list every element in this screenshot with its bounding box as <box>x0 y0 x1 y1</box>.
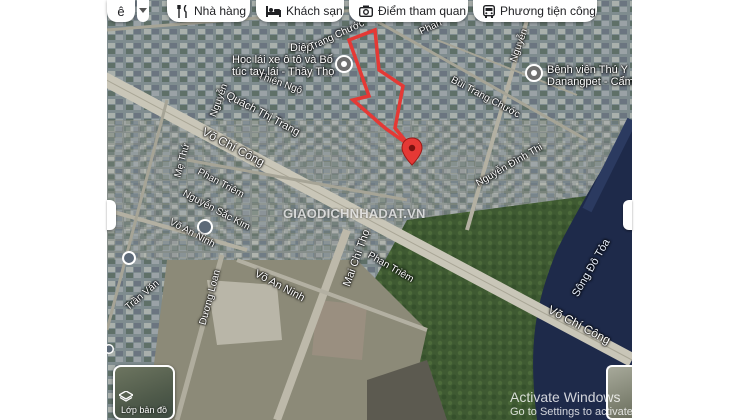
bus-icon <box>483 4 495 18</box>
bed-icon <box>266 5 281 17</box>
activation-notice-title: Activate Windows <box>510 389 621 405</box>
chip-attractions[interactable]: Điểm tham quan <box>349 0 468 22</box>
poi-marker-small-2 <box>122 251 136 265</box>
map-layers-button[interactable]: Lớp bản đồ <box>113 365 175 420</box>
chip-restaurants[interactable]: Nhà hàng <box>167 0 250 22</box>
layers-icon <box>119 391 133 402</box>
chevron-down-icon[interactable] <box>137 0 149 22</box>
left-panel-toggle[interactable] <box>107 200 116 230</box>
back-button[interactable]: ê <box>107 0 135 22</box>
chip-label: Khách sạn <box>286 4 343 18</box>
chip-transit[interactable]: Phương tiện công c <box>473 0 597 22</box>
fork-knife-icon <box>177 4 187 18</box>
chip-hotels[interactable]: Khách sạn <box>256 0 344 22</box>
chip-label: Nhà hàng <box>194 4 247 18</box>
site-watermark: GIAODICHNHADAT.VN <box>283 206 426 221</box>
layers-label: Lớp bản đồ <box>121 405 167 415</box>
back-glyph: ê <box>117 3 125 19</box>
poi-marker-vet <box>525 64 543 82</box>
poi-label-driving-school[interactable]: Học lái xe ô tô và Bổ túc tay lái - Thầy… <box>232 54 334 78</box>
poi-marker-driving-school <box>335 55 353 73</box>
activation-notice-subtitle: Go to Settings to activate Windows. <box>510 406 684 418</box>
chip-label: Điểm tham quan <box>378 4 467 18</box>
camera-icon <box>359 5 373 17</box>
poi-label-vet[interactable]: Bệnh viện Thú Y Danangpet - Cẩm <box>547 64 632 88</box>
chip-label: Phương tiện công c <box>500 4 597 18</box>
right-panel-toggle[interactable] <box>623 200 632 230</box>
